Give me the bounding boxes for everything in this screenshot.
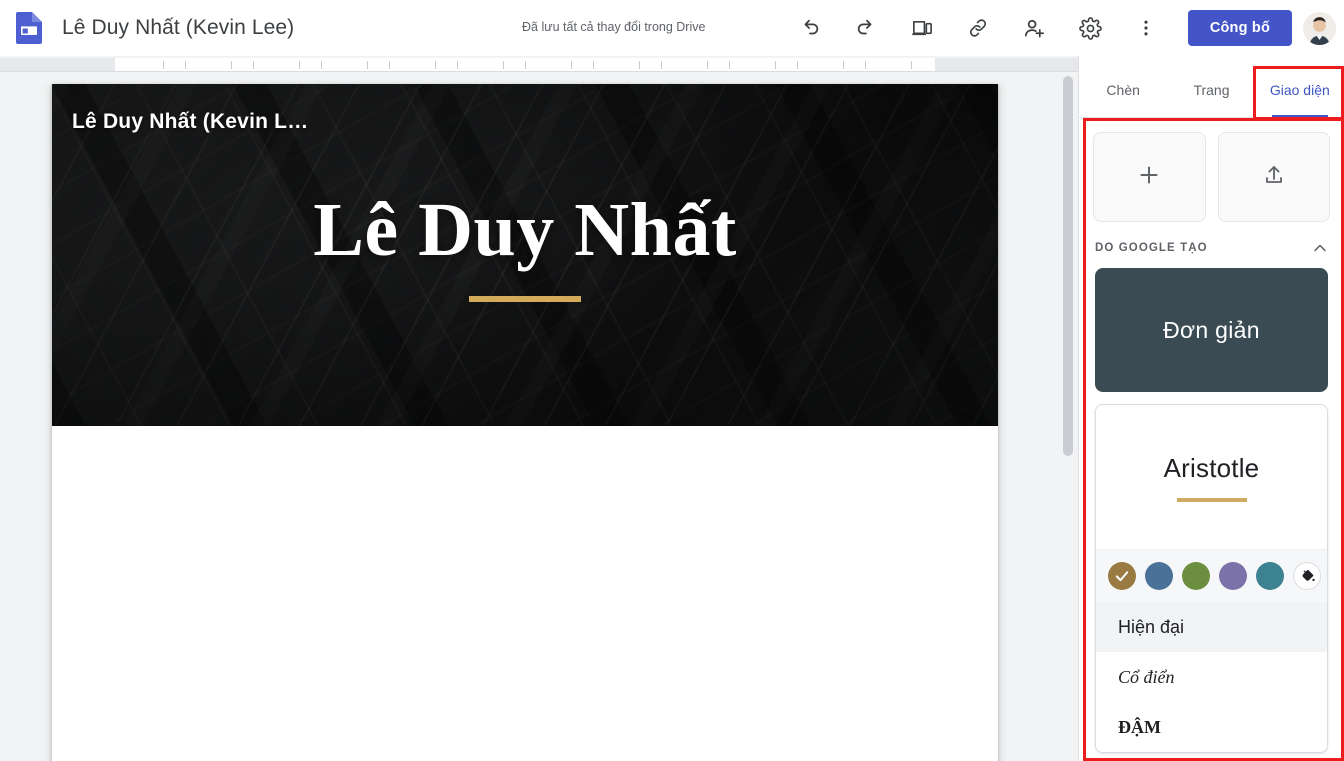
gear-icon[interactable]	[1070, 8, 1110, 48]
font-option-dam[interactable]: ĐẬM	[1096, 702, 1327, 752]
tab-trang[interactable]: Trang	[1167, 56, 1255, 118]
site-page: Lê Duy Nhất (Kevin L… Lê Duy Nhất	[52, 84, 998, 761]
more-vert-icon[interactable]	[1126, 8, 1166, 48]
create-theme-button[interactable]	[1093, 132, 1206, 222]
canvas-scrollbar-thumb[interactable]	[1063, 76, 1073, 456]
right-panel: Chèn Trang Giao diện DO GOOGLE TẠO Đơn g…	[1078, 56, 1344, 761]
color-swatch-tan[interactable]	[1108, 562, 1136, 590]
page-body-section[interactable]	[52, 426, 998, 761]
theme-accent-rule	[1176, 497, 1247, 502]
section-header-google-made: DO GOOGLE TẠO	[1079, 232, 1344, 268]
theme-preview-aristotle: Aristotle	[1096, 405, 1327, 549]
document-title[interactable]: Lê Duy Nhất (Kevin Lee)	[62, 16, 294, 40]
upload-icon	[1262, 163, 1286, 192]
font-option-hien-dai[interactable]: Hiện đại	[1096, 602, 1327, 652]
theme-card-aristotle[interactable]: Aristotle Hiện đại Cổ điển ĐẬM	[1095, 404, 1328, 753]
theme-preview-don-gian: Đơn giản	[1095, 268, 1328, 392]
editor-canvas: Lê Duy Nhất (Kevin L… Lê Duy Nhất	[0, 56, 1078, 761]
panel-content: DO GOOGLE TẠO Đơn giản Aristotle Hiện đạ…	[1079, 118, 1344, 761]
panel-tabs: Chèn Trang Giao diện	[1079, 56, 1344, 118]
color-swatch-teal[interactable]	[1256, 562, 1284, 590]
top-bar: Lê Duy Nhất (Kevin Lee) Đã lưu tất cả th…	[0, 0, 1344, 56]
upload-theme-button[interactable]	[1217, 132, 1330, 222]
redo-icon[interactable]	[846, 8, 886, 48]
theme-card-don-gian[interactable]: Đơn giản	[1095, 268, 1328, 392]
avatar[interactable]	[1303, 12, 1336, 45]
hero-content: Lê Duy Nhất	[52, 192, 998, 302]
link-icon[interactable]	[958, 8, 998, 48]
tab-chen[interactable]: Chèn	[1079, 56, 1167, 118]
layout-ruler	[0, 58, 1078, 72]
font-option-co-dien[interactable]: Cổ điển	[1096, 652, 1327, 702]
google-sites-editor: Lê Duy Nhất (Kevin Lee) Đã lưu tất cả th…	[0, 0, 1344, 761]
toolbar-icons	[782, 0, 1174, 56]
chevron-up-icon[interactable]	[1310, 238, 1330, 258]
ruler-track	[115, 58, 935, 71]
check-icon	[1115, 571, 1129, 582]
theme-name-don-gian: Đơn giản	[1163, 316, 1260, 343]
undo-icon[interactable]	[790, 8, 830, 48]
hero-accent-rule	[469, 296, 581, 302]
plus-icon	[1136, 162, 1162, 193]
add-person-icon[interactable]	[1014, 8, 1054, 48]
publish-button[interactable]: Công bố	[1187, 10, 1292, 46]
color-swatch-blue[interactable]	[1145, 562, 1173, 590]
color-swatch-green[interactable]	[1182, 562, 1210, 590]
section-title: DO GOOGLE TẠO	[1095, 242, 1208, 254]
theme-name-aristotle: Aristotle	[1163, 452, 1260, 483]
preview-icon[interactable]	[902, 8, 942, 48]
site-name-label[interactable]: Lê Duy Nhất (Kevin L…	[72, 110, 308, 134]
save-status: Đã lưu tất cả thay đổi trong Drive	[522, 20, 706, 34]
paint-bucket-icon[interactable]	[1293, 562, 1321, 590]
hero-banner[interactable]: Lê Duy Nhất (Kevin L… Lê Duy Nhất	[52, 84, 998, 426]
color-swatch-purple[interactable]	[1219, 562, 1247, 590]
theme-actions	[1079, 118, 1344, 232]
tab-giao-dien[interactable]: Giao diện	[1256, 56, 1344, 118]
google-sites-logo[interactable]	[12, 11, 46, 45]
hero-title[interactable]: Lê Duy Nhất	[52, 192, 998, 268]
color-swatch-row	[1096, 549, 1327, 602]
